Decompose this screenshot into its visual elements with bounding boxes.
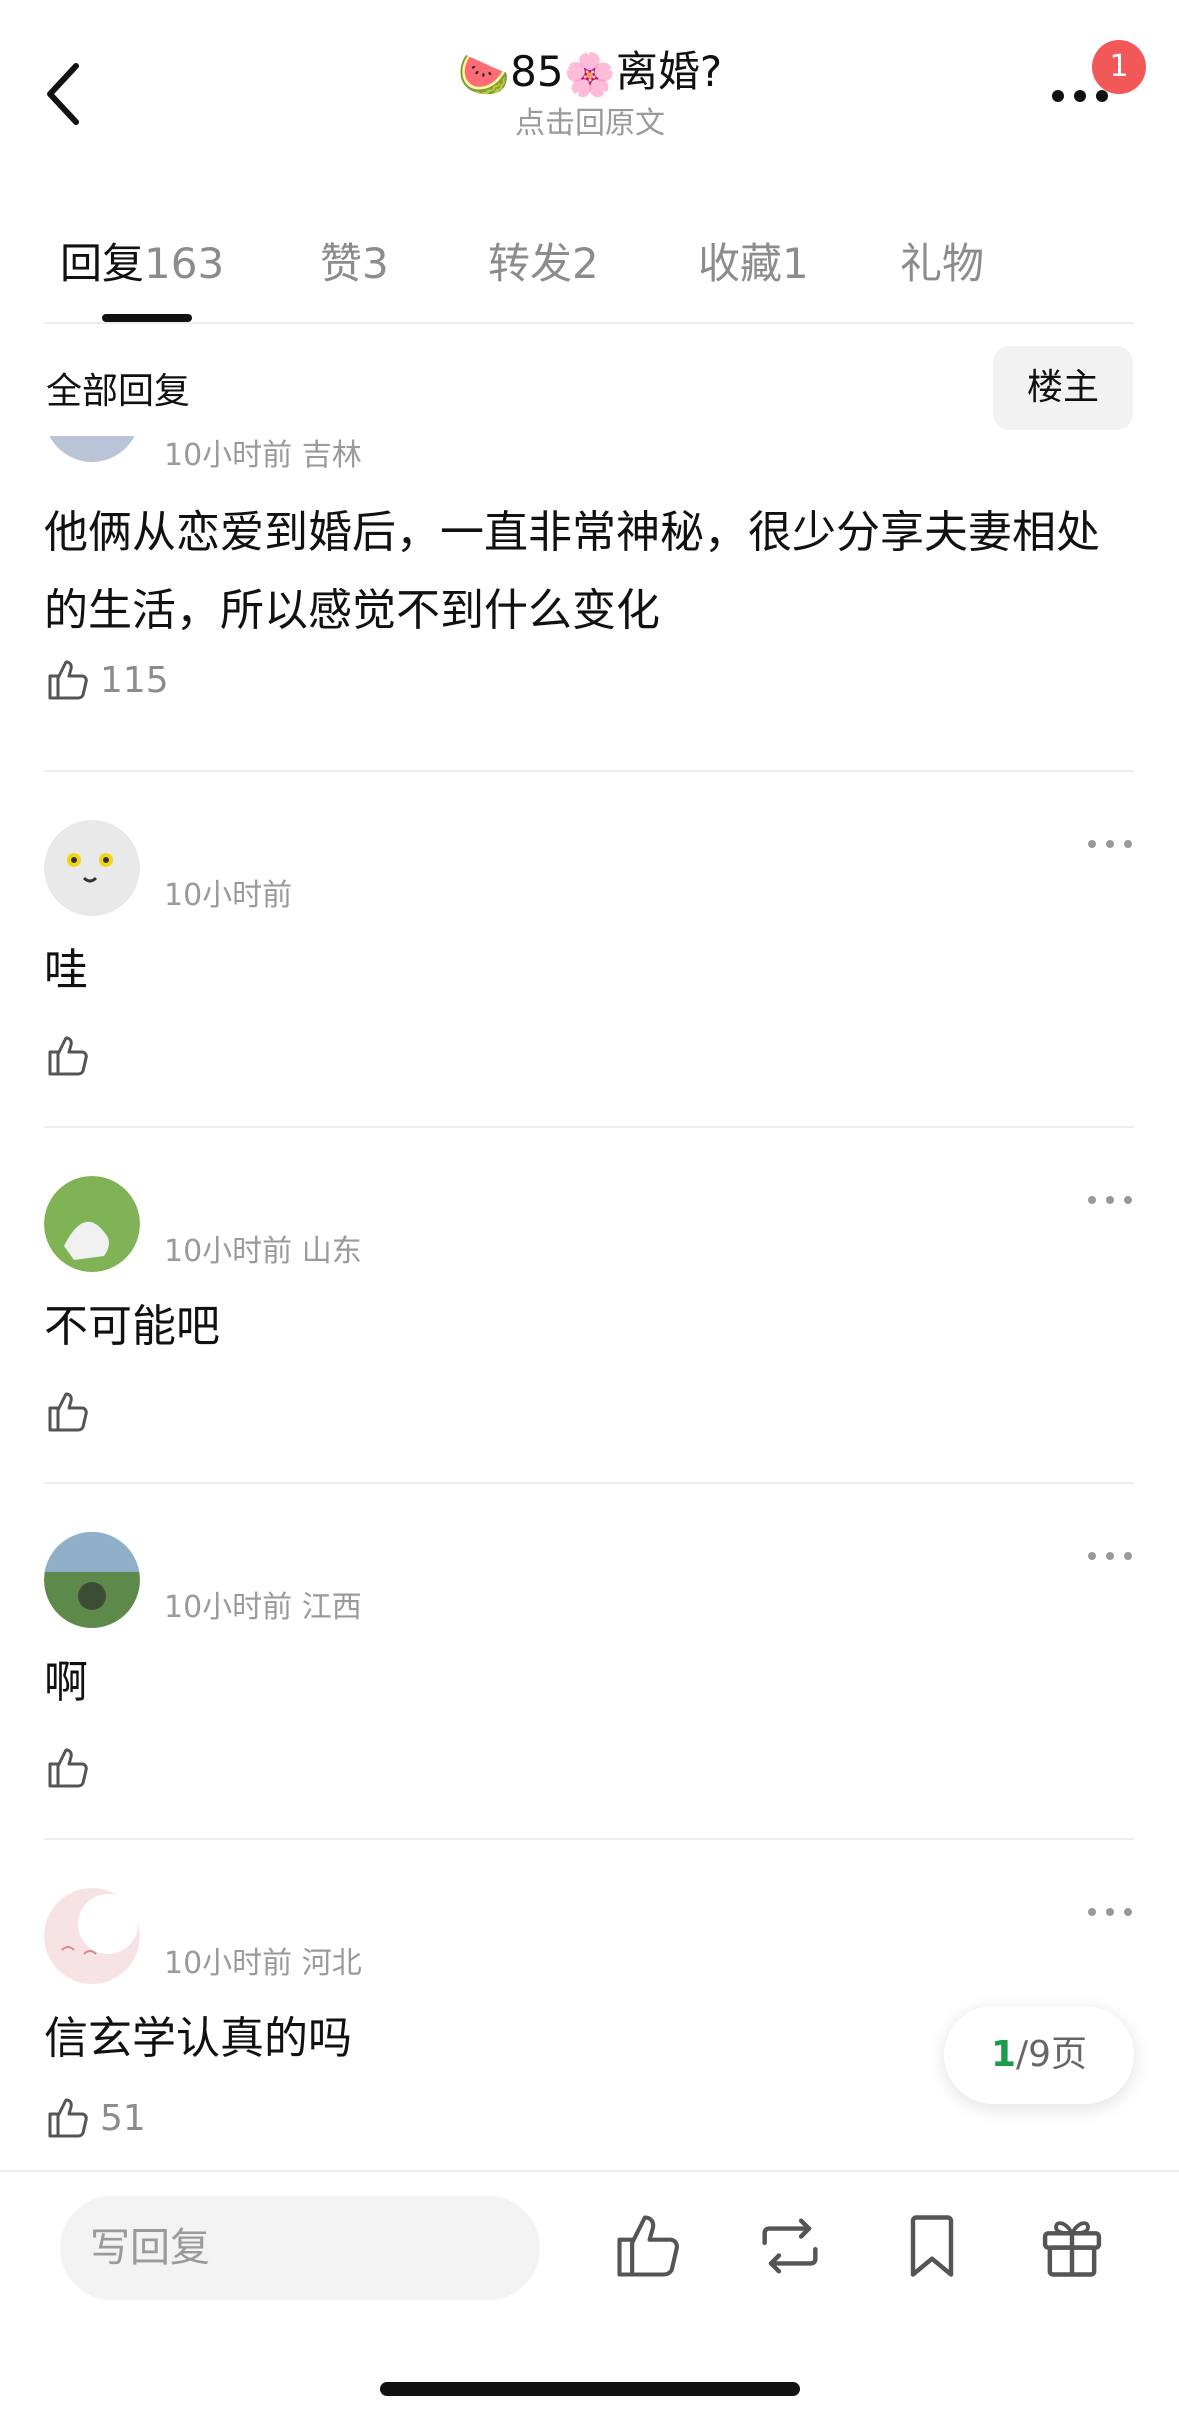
avatar[interactable] [44,1532,140,1628]
tab-label: 赞 [320,239,363,288]
thumbs-up-icon [48,2098,88,2138]
like-button[interactable] [44,1742,92,1794]
thumbs-up-icon [48,1392,88,1432]
comment-item: 10小时前 山东 不可能吧 [0,1142,1179,1512]
bottom-action-bar: 写回复 [0,2170,1179,2412]
gift-icon[interactable] [1034,2208,1110,2284]
tab-count: 163 [144,239,225,288]
like-count: 115 [100,659,169,701]
avatar[interactable] [44,436,140,462]
tab-count: 3 [362,239,389,288]
avatar[interactable] [44,820,140,916]
divider [44,770,1134,772]
comment-text: 哇 [44,945,88,996]
tab-reposts[interactable]: 转发2 [488,230,599,291]
blossom-emoji: 🌸 [563,49,616,99]
comment-item: 10小时前 哇 [0,786,1179,1156]
current-page: 1 [990,2034,1016,2075]
tab-favorites[interactable]: 收藏1 [698,230,809,291]
tab-likes[interactable]: 赞3 [320,230,389,291]
more-icon[interactable] [1086,834,1136,854]
notification-badge: 1 [1092,40,1146,94]
tab-label: 转发 [488,239,573,288]
all-replies-label: 全部回复 [46,371,191,412]
comment-item: 10小时前 江西 啊 [0,1498,1179,1868]
more-icon[interactable] [1086,1190,1136,1210]
thumbs-up-icon [48,1036,88,1076]
comment-meta: 10小时前 江西 [164,1590,362,1625]
tab-bar: 回复163 赞3 转发2 收藏1 礼物 [0,222,1179,322]
thumbs-up-icon [48,660,88,700]
divider [44,322,1134,324]
comment-list: 10小时前 吉林 他俩从恋爱到婚后，一直非常神秘，很少分享夫妻相处的生活，所以感… [0,436,1179,2156]
owner-only-button[interactable]: 楼主 [993,346,1133,430]
page: 🍉85🌸离婚? 点击回原文 1 回复163 赞3 转发2 收藏1 礼物 全部回复… [0,0,1179,2412]
divider [44,1126,1134,1128]
back-to-original-link[interactable]: 点击回原文 [340,105,840,143]
tab-label: 回复 [60,239,145,288]
active-tab-indicator [102,314,192,322]
home-indicator[interactable] [380,2382,800,2396]
reply-input[interactable]: 写回复 [60,2196,540,2300]
comment-meta: 10小时前 吉林 [164,438,362,473]
divider [44,1838,1134,1840]
thumbs-up-icon[interactable] [610,2208,686,2284]
like-button[interactable] [44,1030,92,1082]
watermelon-emoji: 🍉 [457,49,511,99]
comment-meta: 10小时前 河北 [164,1946,362,1981]
tab-label: 收藏 [698,239,783,288]
comment-item: 10小时前 河北 信玄学认真的吗 51 [0,1854,1179,2154]
divider [44,1482,1134,1484]
more-icon[interactable] [1086,1902,1136,1922]
like-button[interactable]: 115 [44,654,169,706]
comment-meta: 10小时前 山东 [164,1234,362,1269]
title-number: 85 [510,47,564,96]
more-icon[interactable] [1086,1546,1136,1566]
avatar[interactable] [44,1888,140,1984]
post-title-area[interactable]: 🍉85🌸离婚? 点击回原文 [340,42,840,143]
thumbs-up-icon [48,1748,88,1788]
repost-icon[interactable] [752,2208,828,2284]
page-total: /9页 [1016,2034,1088,2075]
post-title: 🍉85🌸离婚? [340,42,840,105]
comment-text: 不可能吧 [44,1301,220,1352]
like-button[interactable]: 51 [44,2092,146,2144]
top-nav: 🍉85🌸离婚? 点击回原文 1 [0,0,1179,180]
back-button[interactable] [34,54,98,134]
tab-count: 1 [782,239,809,288]
tab-count: 2 [572,239,599,288]
title-text: 离婚? [615,47,723,96]
comment-item: 10小时前 吉林 他俩从恋爱到婚后，一直非常神秘，很少分享夫妻相处的生活，所以感… [0,436,1179,746]
page-indicator[interactable]: 1/9页 [944,2006,1134,2104]
tab-label: 礼物 [900,239,985,288]
like-button[interactable] [44,1386,92,1438]
bookmark-icon[interactable] [894,2208,970,2284]
tab-replies[interactable]: 回复163 [60,230,224,291]
like-count: 51 [100,2097,146,2139]
comment-text: 他俩从恋爱到婚后，一直非常神秘，很少分享夫妻相处的生活，所以感觉不到什么变化 [44,507,1100,636]
tab-gifts[interactable]: 礼物 [900,230,984,291]
comment-meta: 10小时前 [164,878,293,913]
avatar[interactable] [44,1176,140,1272]
back-icon [47,63,79,125]
comment-text: 啊 [44,1657,88,1708]
